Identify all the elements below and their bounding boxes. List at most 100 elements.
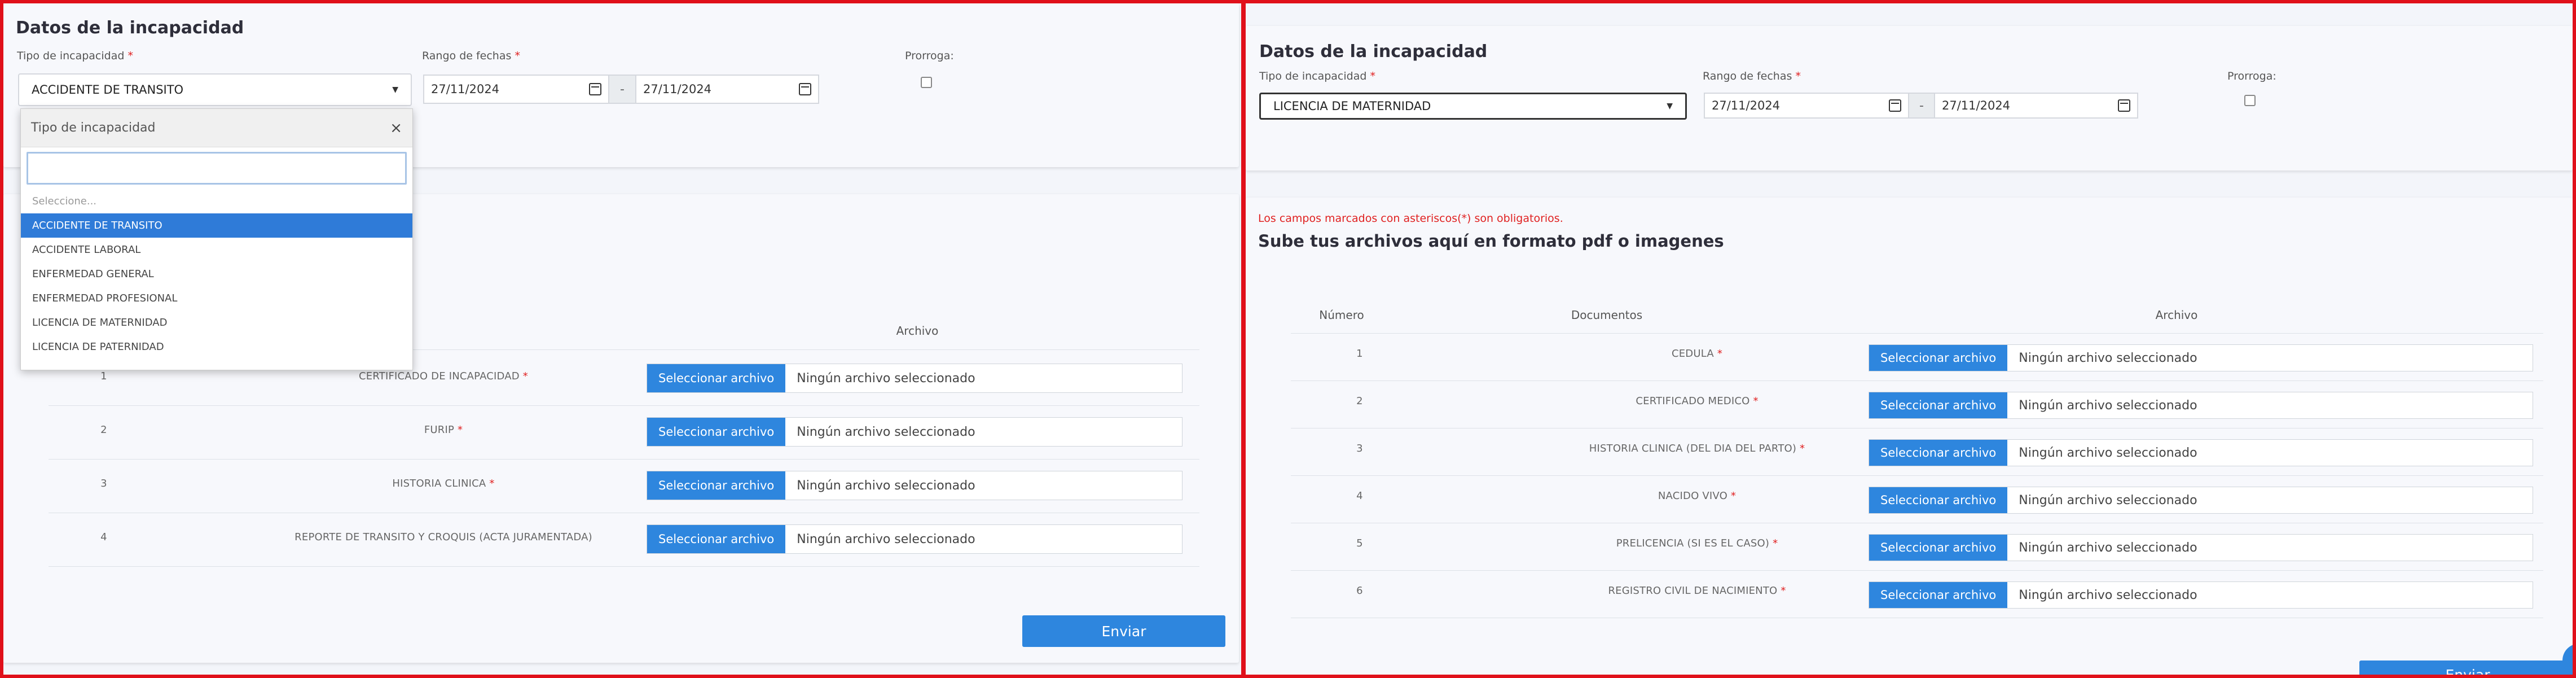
row-number: 1 <box>100 370 107 382</box>
required-mark: * <box>1717 348 1723 360</box>
tipo-select-value: LICENCIA DE MATERNIDAD <box>1273 99 1431 113</box>
no-file-label: Ningún archivo seleccionado <box>2019 351 2197 365</box>
select-file-button[interactable]: Seleccionar archivo <box>1869 440 2008 466</box>
document-name: REPORTE DE TRANSITO Y CROQUIS (ACTA JURA… <box>294 531 592 543</box>
document-name: CERTIFICADO DE INCAPACIDAD <box>359 370 520 382</box>
tipo-select[interactable]: LICENCIA DE MATERNIDAD ▼ <box>1259 93 1687 120</box>
no-file-label: Ningún archivo seleccionado <box>2019 493 2197 508</box>
close-icon[interactable]: × <box>390 120 402 137</box>
select-file-button[interactable]: Seleccionar archivo <box>647 471 786 500</box>
tipo-select[interactable]: ACCIDENTE DE TRANSITO ▼ <box>18 73 412 106</box>
row-document: CERTIFICADO MEDICO * <box>1460 395 1934 407</box>
dropdown-header-label: Tipo de incapacidad <box>31 121 156 135</box>
document-name: HISTORIA CLINICA (DEL DIA DEL PARTO) <box>1589 443 1797 454</box>
row-divider <box>1291 333 2543 334</box>
row-number: 3 <box>100 478 107 489</box>
file-input[interactable]: Seleccionar archivo Ningún archivo selecc… <box>1869 534 2533 561</box>
date-from-input[interactable]: 27/11/2024 <box>423 75 609 104</box>
required-mark: * <box>1781 585 1786 597</box>
file-input[interactable]: Seleccionar archivo Ningún archivo selecc… <box>1869 344 2533 371</box>
incapacity-data-card: Datos de la incapacidad Tipo de incapaci… <box>1246 26 2573 170</box>
dropdown-option[interactable]: ACCIDENTE LABORAL <box>21 238 412 262</box>
row-divider <box>49 566 1199 567</box>
row-number: 4 <box>100 531 107 543</box>
date-from-input[interactable]: 27/11/2024 <box>1704 93 1909 119</box>
document-name: CEDULA <box>1671 348 1714 360</box>
dropdown-option[interactable]: ENFERMEDAD GENERAL <box>21 262 412 286</box>
dropdown-option[interactable]: LICENCIA DE MATERNIDAD <box>21 310 412 335</box>
upload-heading: Sube tus archivos aquí en formato pdf o … <box>1258 231 1724 251</box>
row-document: NACIDO VIVO * <box>1460 490 1934 502</box>
submit-button[interactable]: Enviar <box>1022 615 1225 647</box>
select-file-button[interactable]: Seleccionar archivo <box>647 418 786 446</box>
no-file-label: Ningún archivo seleccionado <box>2019 540 2197 555</box>
select-file-button[interactable]: Seleccionar archivo <box>1869 345 2008 371</box>
row-number: 4 <box>1356 490 1363 502</box>
date-to-value: 27/11/2024 <box>1942 99 2011 112</box>
file-input[interactable]: Seleccionar archivo Ningún archivo selecc… <box>1869 392 2533 419</box>
file-input[interactable]: Seleccionar archivo Ningún archivo selecc… <box>1869 439 2533 466</box>
dropdown-header: Tipo de incapacidad × <box>21 109 412 147</box>
row-divider <box>1291 570 2543 571</box>
document-name: HISTORIA CLINICA <box>392 478 486 489</box>
required-mark: * <box>489 478 495 489</box>
row-divider <box>1291 475 2543 476</box>
file-input[interactable]: Seleccionar archivo Ningún archivo selecc… <box>1869 581 2533 609</box>
select-file-button[interactable]: Seleccionar archivo <box>1869 487 2008 513</box>
prorroga-label: Prorroga: <box>905 50 954 62</box>
no-file-label: Ningún archivo seleccionado <box>797 478 975 493</box>
submit-button[interactable]: Enviar <box>2359 660 2573 675</box>
required-mark: * <box>1773 537 1778 549</box>
select-file-button[interactable]: Seleccionar archivo <box>1869 392 2008 418</box>
dropdown-option[interactable]: LICENCIA DE PATERNIDAD <box>21 335 412 359</box>
document-name: CERTIFICADO MEDICO <box>1636 395 1750 407</box>
no-file-label: Ningún archivo seleccionado <box>797 425 975 439</box>
file-input[interactable]: Seleccionar archivo Ningún archivo selecc… <box>1869 487 2533 514</box>
dropdown-search-input[interactable] <box>27 152 407 185</box>
select-file-button[interactable]: Seleccionar archivo <box>647 364 786 392</box>
date-to-value: 27/11/2024 <box>643 82 712 96</box>
dropdown-option[interactable]: Seleccione... <box>21 189 412 213</box>
no-file-label: Ningún archivo seleccionado <box>2019 398 2197 413</box>
date-to-input[interactable]: 27/11/2024 <box>1934 93 2138 119</box>
row-number: 5 <box>1356 537 1363 549</box>
calendar-icon[interactable] <box>589 83 601 95</box>
required-mark: * <box>1800 443 1805 454</box>
file-input[interactable]: Seleccionar archivo Ningún archivo selecc… <box>647 471 1183 500</box>
no-file-label: Ningún archivo seleccionado <box>797 371 975 386</box>
dropdown-option[interactable]: ENFERMEDAD PROFESIONAL <box>21 286 412 310</box>
date-to-input[interactable]: 27/11/2024 <box>635 75 819 104</box>
documents-card: Los campos marcados con asteriscos(*) so… <box>1246 198 2573 675</box>
col-documents-header: Documentos <box>1571 308 1643 322</box>
row-number: 2 <box>1356 395 1363 407</box>
calendar-icon[interactable] <box>2118 99 2130 112</box>
document-name: PRELICENCIA (SI ES EL CASO) <box>1616 537 1770 549</box>
prorroga-checkbox[interactable] <box>2244 95 2256 106</box>
file-input[interactable]: Seleccionar archivo Ningún archivo selecc… <box>647 524 1183 554</box>
file-input[interactable]: Seleccionar archivo Ningún archivo selecc… <box>647 417 1183 447</box>
col-number-header: Número <box>1319 308 1364 322</box>
file-input[interactable]: Seleccionar archivo Ningún archivo selecc… <box>647 364 1183 393</box>
calendar-icon[interactable] <box>1889 99 1901 112</box>
date-separator: - <box>1909 93 1934 119</box>
row-document: FURIP * <box>173 424 714 436</box>
right-screenshot-panel: Datos de la incapacidad Tipo de incapaci… <box>1242 0 2576 678</box>
select-file-button[interactable]: Seleccionar archivo <box>1869 582 2008 608</box>
section-title: Datos de la incapacidad <box>16 18 244 38</box>
required-mark: * <box>1753 395 1759 407</box>
tipo-dropdown: Tipo de incapacidad × Seleccione... ACCID… <box>20 108 413 370</box>
dropdown-option[interactable]: ACCIDENTE DE TRANSITO <box>21 213 412 238</box>
select-file-button[interactable]: Seleccionar archivo <box>647 525 786 553</box>
select-file-button[interactable]: Seleccionar archivo <box>1869 535 2008 561</box>
section-title: Datos de la incapacidad <box>1259 42 1488 62</box>
row-divider <box>49 405 1199 406</box>
prorroga-checkbox[interactable] <box>921 77 932 88</box>
calendar-icon[interactable] <box>799 83 811 95</box>
col-file-header: Archivo <box>896 324 939 338</box>
dropdown-options-list: Seleccione... ACCIDENTE DE TRANSITO ACCIDE… <box>21 189 412 359</box>
document-name: NACIDO VIVO <box>1658 490 1727 502</box>
document-name: FURIP <box>424 424 455 436</box>
prorroga-label: Prorroga: <box>2227 70 2276 82</box>
required-fields-note: Los campos marcados con asteriscos(*) so… <box>1258 212 1563 225</box>
document-name: REGISTRO CIVIL DE NACIMIENTO <box>1608 585 1778 597</box>
